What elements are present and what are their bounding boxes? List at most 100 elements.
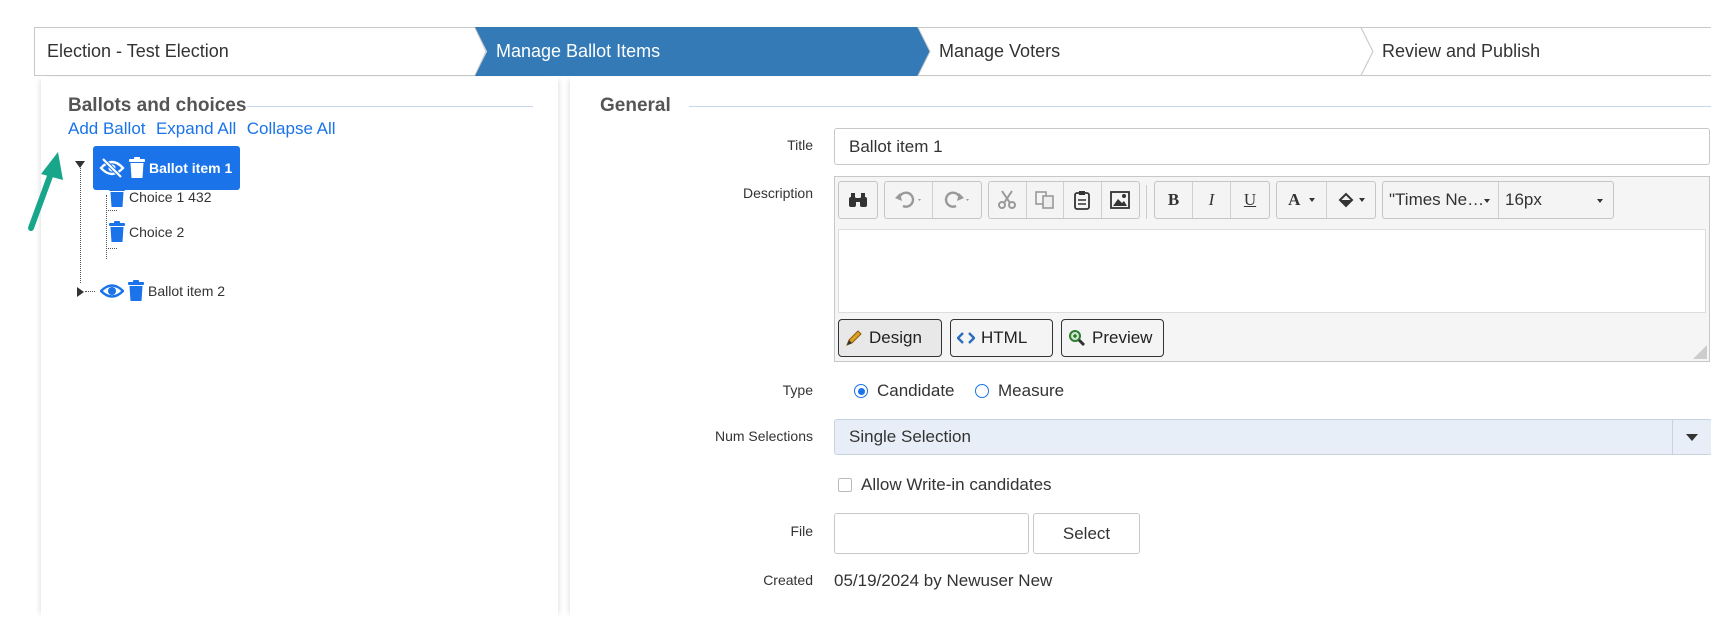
resize-grip-icon[interactable]	[1691, 343, 1707, 359]
underline-button[interactable]: U	[1231, 182, 1269, 218]
toolbar-group-format: B I U	[1154, 181, 1270, 219]
html-mode-label: HTML	[981, 328, 1028, 347]
tree-node-ballot-item-2[interactable]: Ballot item 2	[100, 277, 225, 305]
radio-selected-icon	[854, 384, 868, 398]
copy-icon	[1034, 191, 1054, 209]
toolbar-group-history	[884, 181, 982, 219]
created-label: Created	[763, 572, 813, 588]
find-button[interactable]	[839, 182, 877, 218]
checkbox-unchecked-icon	[838, 478, 852, 492]
title-label: Title	[787, 137, 813, 153]
description-label: Description	[742, 185, 813, 201]
select-divider	[1672, 420, 1673, 454]
chevron-down-icon	[1686, 434, 1698, 441]
tree-node-choice-1[interactable]: Choice 1 432	[108, 183, 212, 211]
trash-icon[interactable]	[128, 157, 146, 179]
bold-icon: B	[1167, 190, 1180, 209]
step-review-publish[interactable]: Review and Publish	[1382, 27, 1540, 76]
expand-all-link[interactable]: Expand All	[156, 119, 236, 138]
toolbar-separator	[1146, 185, 1147, 219]
image-icon	[1110, 191, 1131, 209]
italic-button[interactable]: I	[1193, 182, 1231, 218]
redo-button[interactable]	[933, 182, 981, 218]
tree-node-label: Ballot item 2	[148, 283, 226, 299]
html-mode-button[interactable]: HTML	[950, 319, 1053, 357]
font-size-select[interactable]: 16px	[1499, 182, 1613, 218]
file-label: File	[790, 523, 813, 539]
copy-button[interactable]	[1027, 182, 1064, 218]
underline-icon: U	[1243, 190, 1257, 209]
step-election[interactable]: Election - Test Election	[47, 27, 229, 76]
binoculars-icon	[849, 193, 867, 207]
tree-connector	[106, 195, 107, 259]
allow-write-in-label: Allow Write-in candidates	[861, 475, 1052, 494]
undo-button[interactable]	[885, 182, 933, 218]
tree-node-choice-2[interactable]: Choice 2	[108, 218, 184, 246]
tree-node-label: Choice 2	[129, 224, 185, 240]
trash-icon[interactable]	[127, 280, 145, 302]
eye-slash-icon[interactable]	[99, 158, 125, 178]
chevron-down-icon	[1359, 198, 1366, 202]
paste-button[interactable]	[1064, 182, 1102, 218]
pencil-icon	[845, 329, 863, 347]
type-measure-radio[interactable]: Measure	[975, 381, 1064, 401]
preview-mode-button[interactable]: Preview	[1061, 319, 1164, 357]
radio-unselected-icon	[975, 384, 989, 398]
tree-actions: Add Ballot Expand All Collapse All	[68, 119, 342, 139]
paint-bucket-icon	[1338, 192, 1354, 208]
tree-node-label: Ballot item 1	[149, 160, 233, 176]
tree-connector	[80, 163, 81, 283]
design-mode-label: Design	[869, 328, 922, 347]
title-input[interactable]: Ballot item 1	[834, 128, 1710, 165]
ballot-tree-panel: Ballots and choices Add Ballot Expand Al…	[28, 77, 558, 617]
tree-node-label: Choice 1 432	[129, 189, 212, 205]
clipboard-icon	[1074, 191, 1091, 210]
cut-button[interactable]	[989, 182, 1027, 218]
trash-icon[interactable]	[108, 221, 126, 243]
toolbar-group-font: "Times Ne… 16px	[1382, 181, 1614, 219]
toolbar-group-clipboard	[988, 181, 1140, 219]
section-divider	[247, 106, 533, 107]
num-selections-label: Num Selections	[714, 428, 813, 444]
background-color-button[interactable]	[1327, 182, 1375, 218]
collapse-all-link[interactable]: Collapse All	[247, 119, 336, 138]
trash-icon[interactable]	[108, 186, 126, 208]
font-name-select[interactable]: "Times Ne…	[1383, 182, 1499, 218]
file-select-button[interactable]: Select	[1033, 513, 1140, 554]
general-panel: General Title Description Type Num Selec…	[570, 77, 1711, 617]
file-select-label: Select	[1062, 523, 1111, 543]
font-name-value: "Times Ne…	[1389, 190, 1485, 209]
num-selections-value: Single Selection	[849, 427, 971, 446]
description-editor: B I U A "Times Ne… 16px Design HTML Prev…	[834, 176, 1710, 362]
italic-icon: I	[1208, 190, 1215, 209]
annotation-arrow-icon	[28, 152, 63, 231]
design-mode-button[interactable]: Design	[838, 319, 942, 357]
step-manage-ballot-items[interactable]: Manage Ballot Items	[496, 27, 660, 76]
description-content-area[interactable]	[838, 229, 1706, 313]
step-manage-voters[interactable]: Manage Voters	[939, 27, 1060, 76]
eye-icon[interactable]	[100, 282, 124, 300]
section-divider	[689, 106, 1711, 107]
wizard-steps: Election - Test Election Manage Ballot I…	[34, 27, 1711, 76]
chevron-down-icon	[1308, 198, 1315, 202]
toolbar-group-find	[838, 181, 878, 219]
allow-write-in-checkbox[interactable]: Allow Write-in candidates	[838, 475, 1052, 495]
expand-toggle[interactable]	[77, 287, 84, 297]
toolbar-group-color: A	[1276, 181, 1376, 219]
add-ballot-link[interactable]: Add Ballot	[68, 119, 146, 138]
font-color-button[interactable]: A	[1277, 182, 1327, 218]
file-input[interactable]	[834, 513, 1029, 554]
insert-image-button[interactable]	[1102, 182, 1139, 218]
collapse-toggle[interactable]	[75, 161, 85, 168]
form-labels: Title Description Type Num Selections Fi…	[570, 77, 813, 617]
tree-connector	[85, 291, 95, 292]
font-size-value: 16px	[1505, 190, 1542, 209]
num-selections-select[interactable]: Single Selection	[834, 419, 1711, 455]
bold-button[interactable]: B	[1155, 182, 1193, 218]
preview-mode-label: Preview	[1092, 328, 1153, 347]
type-candidate-radio[interactable]: Candidate	[854, 381, 955, 401]
measure-label: Measure	[998, 381, 1065, 400]
zoom-icon	[1068, 329, 1086, 347]
undo-icon	[894, 191, 921, 208]
scissors-icon	[998, 190, 1017, 209]
